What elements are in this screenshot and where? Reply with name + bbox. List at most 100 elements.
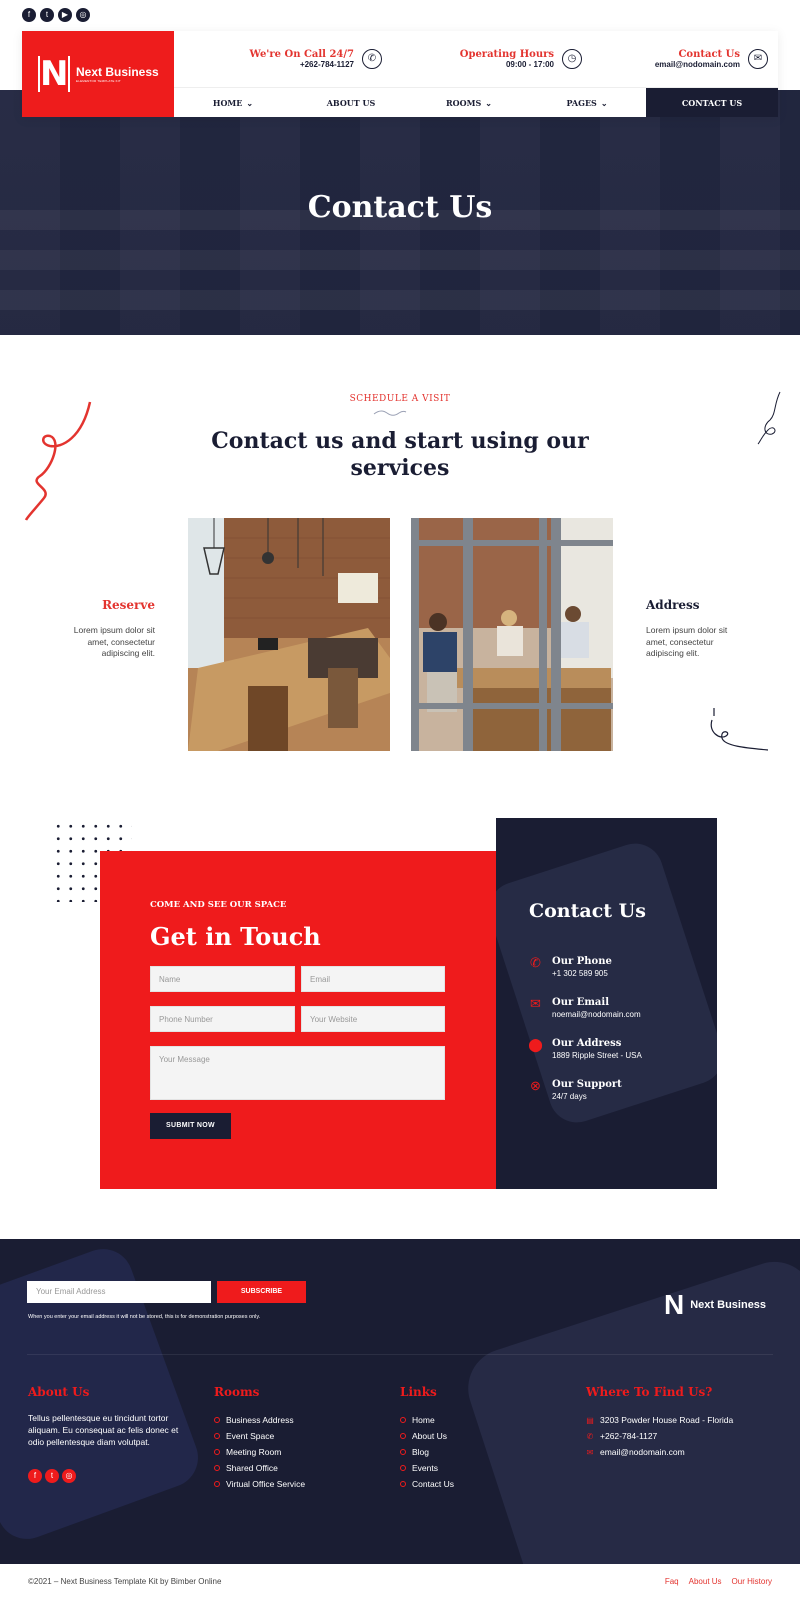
nav-rooms-label: ROOMS bbox=[446, 97, 482, 108]
copyright: ©2021 – Next Business Template Kit by Bi… bbox=[28, 1577, 222, 1586]
name-field[interactable]: Name bbox=[150, 966, 295, 992]
list-item[interactable]: ✆ +262-784-1127 bbox=[586, 1428, 733, 1444]
hours-label: Operating Hours bbox=[459, 49, 554, 60]
nav-pages[interactable]: PAGES ⌄ bbox=[528, 88, 646, 117]
nav-rooms[interactable]: ROOMS ⌄ bbox=[410, 88, 528, 117]
call-label: We're On Call 24/7 bbox=[249, 49, 354, 60]
footer-divider bbox=[27, 1354, 773, 1355]
bullet-icon bbox=[400, 1465, 406, 1471]
nav-about-label: ABOUT US bbox=[326, 97, 376, 108]
contact-item-label: Our Email bbox=[552, 997, 610, 1008]
hero-desk-shape bbox=[0, 290, 800, 310]
list-item-label: +262-784-1127 bbox=[600, 1431, 658, 1441]
list-item-label: About Us bbox=[412, 1431, 447, 1441]
list-item-label: Virtual Office Service bbox=[226, 1479, 306, 1489]
list-item[interactable]: Events bbox=[400, 1460, 454, 1476]
contact-item-value[interactable]: +1 302 589 905 bbox=[552, 969, 612, 978]
list-item[interactable]: Contact Us bbox=[400, 1476, 454, 1492]
list-item-label: Home bbox=[412, 1415, 435, 1425]
chevron-down-icon: ⌄ bbox=[600, 97, 608, 108]
bottom-link-faq[interactable]: Faq bbox=[665, 1577, 679, 1586]
facebook-icon[interactable]: f bbox=[28, 1469, 42, 1483]
bottom-links: Faq About Us Our History bbox=[665, 1577, 772, 1586]
list-item-label: Shared Office bbox=[226, 1463, 278, 1473]
chevron-down-icon: ⌄ bbox=[246, 97, 254, 108]
bullet-icon bbox=[214, 1449, 220, 1455]
list-item[interactable]: Business Address bbox=[214, 1412, 305, 1428]
footer-find-title: Where To Find Us? bbox=[586, 1385, 713, 1399]
list-item: ▤ 3203 Powder House Road - Florida bbox=[586, 1412, 733, 1428]
nav-contact-us[interactable]: CONTACT US bbox=[646, 88, 778, 117]
list-item-label: email@nodomain.com bbox=[600, 1447, 685, 1457]
footer-links-list: Home About Us Blog Events Contact Us bbox=[400, 1412, 454, 1492]
wave-divider-icon bbox=[373, 410, 407, 416]
footer-find-list: ▤ 3203 Powder House Road - Florida ✆ +262-… bbox=[586, 1412, 733, 1460]
visit-eyebrow: SCHEDULE A VISIT bbox=[349, 394, 451, 404]
list-item-label: Events bbox=[412, 1463, 438, 1473]
location-pin-icon: ⬤ bbox=[528, 1037, 543, 1052]
website-field[interactable]: Your Website bbox=[301, 1006, 445, 1032]
contact-item-address: ⬤ Our Address 1889 Ripple Street - USA bbox=[528, 1037, 642, 1061]
twitter-icon[interactable]: t bbox=[45, 1469, 59, 1483]
newsletter-email-input[interactable]: Your Email Address bbox=[27, 1281, 211, 1303]
nav-home-label: HOME bbox=[212, 97, 243, 108]
clock-icon: ◷ bbox=[562, 49, 582, 69]
submit-button[interactable]: SUBMIT NOW bbox=[150, 1113, 231, 1139]
touch-eyebrow: COME AND SEE OUR SPACE bbox=[150, 900, 287, 910]
footer-logo[interactable]: N Next Business bbox=[664, 1289, 766, 1321]
envelope-icon: ✉ bbox=[530, 996, 541, 1011]
message-field[interactable]: Your Message bbox=[150, 1046, 445, 1100]
address-title: Address bbox=[646, 598, 700, 612]
list-item[interactable]: Shared Office bbox=[214, 1460, 305, 1476]
nav-pages-label: PAGES bbox=[566, 97, 597, 108]
header-hours: Operating Hours 09:00 - 17:00 ◷ bbox=[402, 31, 582, 87]
footer-about-body: Tellus pellentesque eu tincidunt tortor … bbox=[28, 1413, 179, 1447]
logo-mark-icon: N bbox=[664, 1289, 685, 1320]
list-item-label: Event Space bbox=[226, 1431, 275, 1441]
footer-social: f t ◎ bbox=[28, 1469, 76, 1483]
building-icon: ▤ bbox=[586, 1415, 594, 1425]
list-item[interactable]: Virtual Office Service bbox=[214, 1476, 305, 1492]
list-item[interactable]: Blog bbox=[400, 1444, 454, 1460]
bullet-icon bbox=[400, 1417, 406, 1423]
contact-item-value[interactable]: noemail@nodomain.com bbox=[552, 1010, 641, 1019]
newsletter-disclaimer: When you enter your email address it wil… bbox=[28, 1314, 261, 1320]
list-item[interactable]: Home bbox=[400, 1412, 454, 1428]
subscribe-button[interactable]: SUBSCRIBE bbox=[217, 1281, 306, 1303]
list-item[interactable]: Meeting Room bbox=[214, 1444, 305, 1460]
youtube-icon[interactable]: ▶ bbox=[58, 8, 72, 22]
nav-contact-label: CONTACT US bbox=[681, 97, 743, 108]
bullet-icon bbox=[214, 1417, 220, 1423]
phone-icon: ✆ bbox=[362, 49, 382, 69]
list-item[interactable]: Event Space bbox=[214, 1428, 305, 1444]
bottom-link-about[interactable]: About Us bbox=[689, 1577, 722, 1586]
contact-value[interactable]: email@nodomain.com bbox=[655, 60, 740, 69]
email-field[interactable]: Email bbox=[301, 966, 445, 992]
twitter-icon[interactable]: t bbox=[40, 8, 54, 22]
reserve-title: Reserve bbox=[102, 598, 155, 612]
nav-about-us[interactable]: ABOUT US bbox=[292, 88, 410, 117]
list-item-label: 3203 Powder House Road - Florida bbox=[600, 1415, 734, 1425]
logo[interactable]: N Next Business ELEMENTOR TEMPLATE KIT bbox=[22, 31, 174, 117]
list-item-label: Contact Us bbox=[412, 1479, 455, 1489]
office-photo bbox=[188, 518, 390, 751]
nav-home[interactable]: HOME ⌄ bbox=[174, 88, 292, 117]
phone-field[interactable]: Phone Number bbox=[150, 1006, 295, 1032]
logo-mark-icon: N bbox=[38, 54, 70, 94]
main-nav: HOME ⌄ ABOUT US ROOMS ⌄ PAGES ⌄ CONTACT … bbox=[174, 87, 778, 117]
list-item[interactable]: About Us bbox=[400, 1428, 454, 1444]
facebook-icon[interactable]: f bbox=[22, 8, 36, 22]
bullet-icon bbox=[400, 1449, 406, 1455]
footer-logo-name: Next Business bbox=[690, 1299, 767, 1311]
list-item-label: Blog bbox=[412, 1447, 430, 1457]
bullet-icon bbox=[214, 1433, 220, 1439]
instagram-icon[interactable]: ◎ bbox=[62, 1469, 76, 1483]
contact-item-value: 24/7 days bbox=[552, 1092, 587, 1101]
call-value[interactable]: +262-784-1127 bbox=[250, 60, 354, 69]
contact-item-label: Our Phone bbox=[552, 956, 612, 967]
contact-item-support: ⊗ Our Support 24/7 days bbox=[528, 1079, 622, 1102]
instagram-icon[interactable]: ◎ bbox=[76, 8, 90, 22]
footer-rooms-list: Business Address Event Space Meeting Roo… bbox=[214, 1412, 305, 1492]
list-item[interactable]: ✉ email@nodomain.com bbox=[586, 1444, 733, 1460]
bottom-link-history[interactable]: Our History bbox=[732, 1577, 772, 1586]
